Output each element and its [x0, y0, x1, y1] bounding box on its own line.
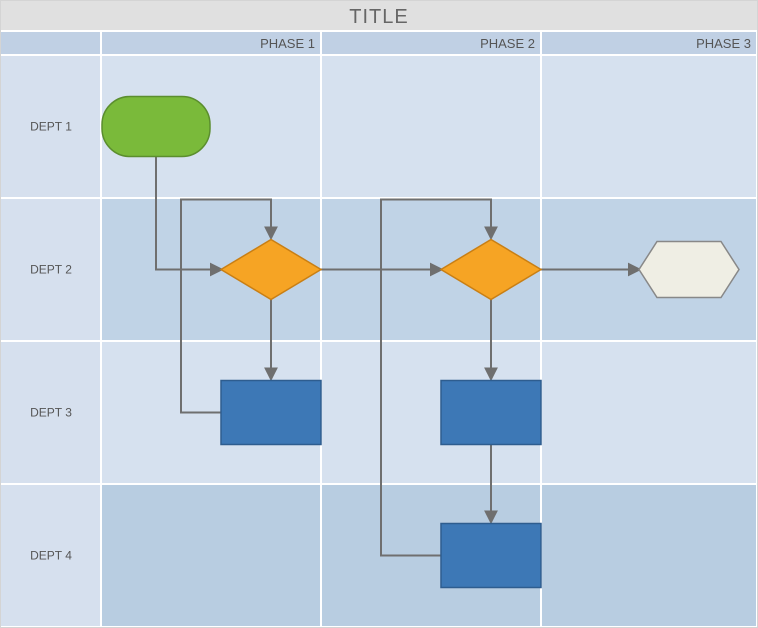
preparation-shape[interactable]: [639, 242, 739, 298]
row-header: DEPT 3: [30, 406, 72, 420]
swimlane-diagram: PHASE 1 PHASE 2 PHASE 3 DEPT 1 DEPT 2 DEPT 3…: [1, 1, 757, 627]
row-header: DEPT 1: [30, 120, 72, 134]
column-header: PHASE 1: [260, 36, 315, 51]
process-shape[interactable]: [441, 524, 541, 588]
process-shape[interactable]: [441, 381, 541, 445]
terminator-shape[interactable]: [102, 97, 210, 157]
column-header: PHASE 3: [696, 36, 751, 51]
row-header: DEPT 4: [30, 549, 72, 563]
column-header: PHASE 2: [480, 36, 535, 51]
process-shape[interactable]: [221, 381, 321, 445]
diagram-title: TITLE: [349, 6, 408, 28]
row-header: DEPT 2: [30, 263, 72, 277]
